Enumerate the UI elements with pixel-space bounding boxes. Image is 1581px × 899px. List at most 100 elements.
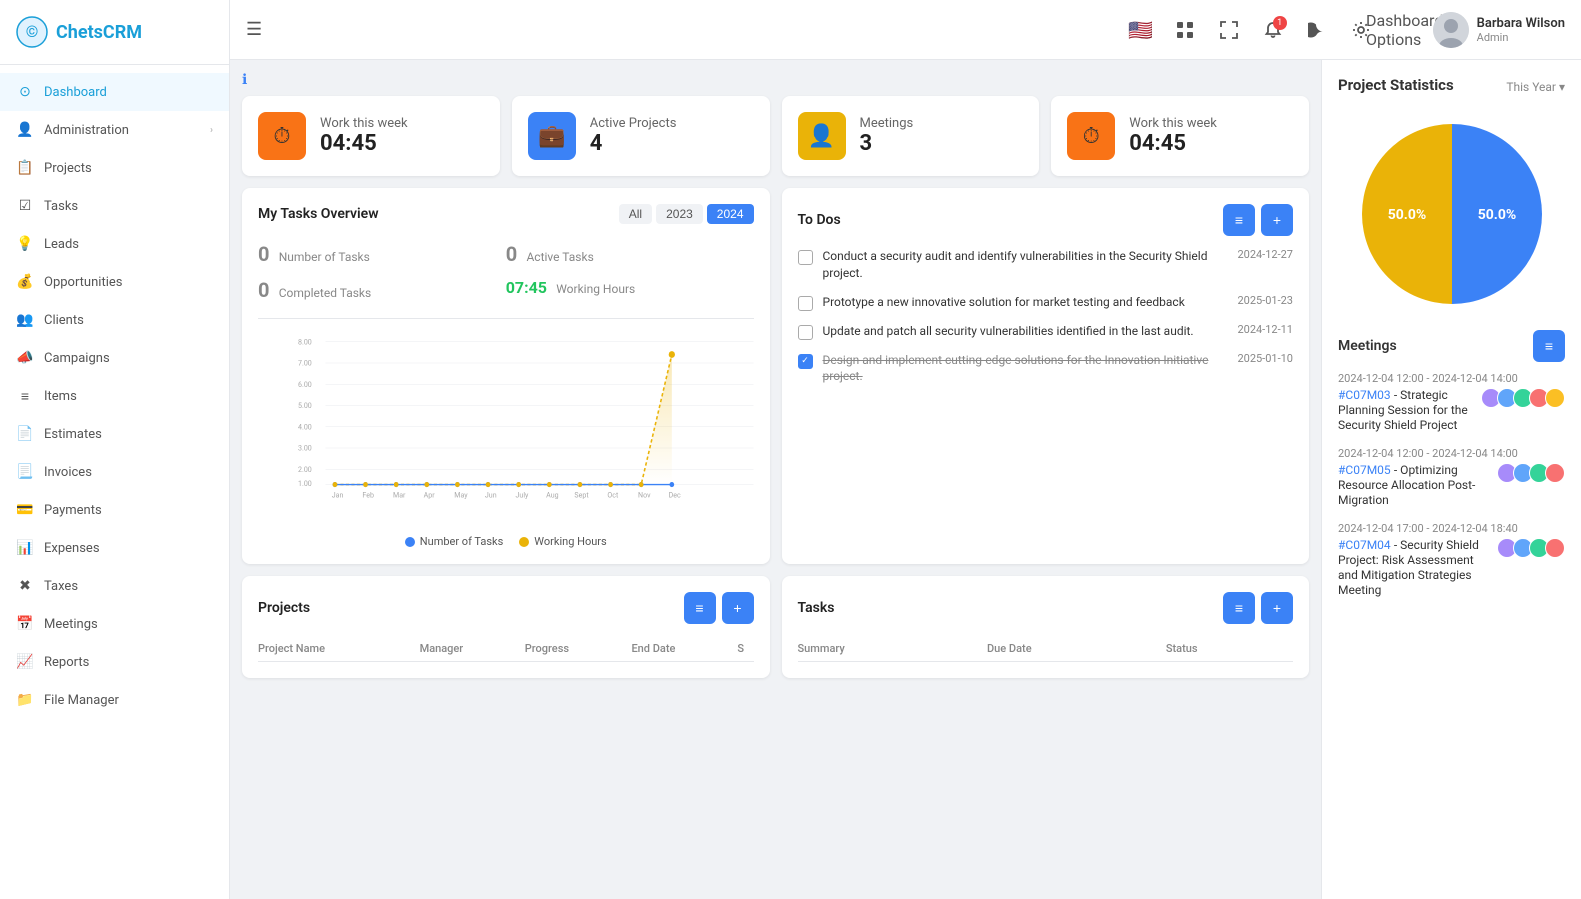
tab-2023[interactable]: 2023 [656, 204, 703, 224]
tasks-card: Tasks ≡ + Summary Due Date [782, 576, 1310, 678]
number-of-tasks-stat: 0 Number of Tasks [258, 236, 506, 272]
meeting-avatars-0 [1481, 388, 1565, 408]
nav-label-items: Items [44, 389, 213, 404]
tasks-stats-grid: 0 Number of Tasks 0 Active Tasks 0 Compl… [258, 236, 754, 319]
tasks-tab-group: All 2023 2024 [619, 204, 754, 224]
stat-value-active-projects: 4 [590, 131, 677, 156]
stat-card-work-week-1: ⏱ Work this week 04:45 [242, 96, 500, 176]
todo-checkbox-1[interactable] [798, 296, 813, 311]
todo-text-2: Update and patch all security vulnerabil… [823, 323, 1228, 340]
sidebar-item-projects[interactable]: 📋 Projects [0, 149, 229, 187]
col-task-status: Status [1166, 636, 1293, 662]
grid-view-button[interactable] [1169, 14, 1201, 46]
tasks-table: Summary Due Date Status [798, 636, 1294, 662]
svg-text:July: July [516, 490, 529, 499]
stat-label-work-week-1: Work this week [320, 116, 408, 131]
nav-label-leads: Leads [44, 237, 213, 252]
projects-add-button[interactable]: + [722, 592, 754, 624]
sidebar-item-administration[interactable]: 👤 Administration › [0, 111, 229, 149]
tasks-list-button[interactable]: ≡ [1223, 592, 1255, 624]
projects-actions: ≡ + [684, 592, 754, 624]
mid-row: My Tasks Overview All 2023 2024 0 Number… [242, 188, 1309, 564]
meetings-list-button[interactable]: ≡ [1533, 330, 1565, 362]
logo-icon: © [16, 16, 48, 48]
dark-mode-button[interactable] [1301, 14, 1333, 46]
menu-toggle-button[interactable]: ☰ [246, 19, 262, 40]
sidebar-item-expenses[interactable]: 📊 Expenses [0, 529, 229, 567]
nav-icon-projects: 📋 [16, 159, 34, 177]
tasks-overview-title: My Tasks Overview [258, 206, 379, 222]
tasks-chart: 8.00 7.00 6.00 5.00 4.00 3.00 2.00 1.00 [258, 329, 754, 529]
sidebar-item-items[interactable]: ≡ Items [0, 377, 229, 415]
meeting-row-0: #C07M03 - Strategic Planning Session for… [1338, 388, 1565, 433]
sidebar-item-dashboard[interactable]: ⊙ Dashboard [0, 73, 229, 111]
todo-item: Conduct a security audit and identify vu… [798, 248, 1294, 282]
number-of-tasks-label: Number of Tasks [279, 250, 370, 264]
todo-date-0: 2024-12-27 [1237, 248, 1293, 261]
nav-icon-clients: 👥 [16, 311, 34, 329]
tasks-overview-card: My Tasks Overview All 2023 2024 0 Number… [242, 188, 770, 564]
svg-text:2.00: 2.00 [298, 465, 312, 474]
sidebar-item-campaigns[interactable]: 📣 Campaigns [0, 339, 229, 377]
svg-text:Mar: Mar [393, 490, 406, 499]
nav-label-tasks: Tasks [44, 199, 213, 214]
active-tasks-stat: 0 Active Tasks [506, 236, 754, 272]
sidebar-item-payments[interactable]: 💳 Payments [0, 491, 229, 529]
sidebar-item-meetings[interactable]: 📅 Meetings [0, 605, 229, 643]
sidebar-item-opportunities[interactable]: 💰 Opportunities [0, 263, 229, 301]
todo-checkbox-0[interactable] [798, 250, 813, 265]
todo-text-0: Conduct a security audit and identify vu… [823, 248, 1228, 282]
sidebar-item-clients[interactable]: 👥 Clients [0, 301, 229, 339]
dashboard-options-label[interactable]: Dashboard Options [1389, 14, 1421, 46]
svg-text:4.00: 4.00 [298, 422, 312, 431]
projects-card: Projects ≡ + Project Name Manager [242, 576, 770, 678]
fullscreen-button[interactable] [1213, 14, 1245, 46]
pie-chart-container: 50.0% 50.0% [1338, 114, 1565, 314]
meeting-link-1[interactable]: #C07M05 [1338, 463, 1391, 477]
nav-icon-estimates: 📄 [16, 425, 34, 443]
language-selector[interactable]: 🇺🇸 [1125, 14, 1157, 46]
sidebar-item-leads[interactable]: 💡 Leads [0, 225, 229, 263]
svg-text:Jun: Jun [485, 490, 497, 499]
meeting-link-0[interactable]: #C07M03 [1338, 388, 1391, 402]
sidebar-item-taxes[interactable]: ✖ Taxes [0, 567, 229, 605]
meeting-link-2[interactable]: #C07M04 [1338, 538, 1391, 552]
notification-button[interactable]: 1 [1257, 14, 1289, 46]
tab-all[interactable]: All [619, 204, 652, 224]
projects-list-button[interactable]: ≡ [684, 592, 716, 624]
svg-text:5.00: 5.00 [298, 401, 312, 410]
sidebar-item-estimates[interactable]: 📄 Estimates [0, 415, 229, 453]
tab-2024[interactable]: 2024 [707, 204, 754, 224]
todos-actions: ≡ + [1223, 204, 1293, 236]
todo-checkbox-2[interactable] [798, 325, 813, 340]
projects-table: Project Name Manager Progress End Date S [258, 636, 754, 662]
year-selector[interactable]: This Year ▾ [1506, 80, 1565, 94]
chart-svg: 8.00 7.00 6.00 5.00 4.00 3.00 2.00 1.00 [298, 329, 754, 499]
svg-text:3.00: 3.00 [298, 443, 312, 452]
nav-icon-meetings: 📅 [16, 615, 34, 633]
pie-chart: 50.0% 50.0% [1352, 114, 1552, 314]
todo-date-2: 2024-12-11 [1237, 323, 1293, 336]
sidebar-item-invoices[interactable]: 📃 Invoices [0, 453, 229, 491]
todos-title: To Dos [798, 212, 841, 228]
todo-checkbox-3[interactable] [798, 354, 813, 369]
meeting-row-1: #C07M05 - Optimizing Resource Allocation… [1338, 463, 1565, 508]
todos-add-button[interactable]: + [1261, 204, 1293, 236]
user-profile[interactable]: Barbara Wilson Admin [1433, 12, 1565, 48]
svg-text:Apr: Apr [424, 490, 435, 499]
sidebar-item-reports[interactable]: 📈 Reports [0, 643, 229, 681]
col-project-name: Project Name [258, 636, 420, 662]
sidebar-item-tasks[interactable]: ☑ Tasks [0, 187, 229, 225]
legend-tasks-label: Number of Tasks [420, 535, 504, 548]
meeting-item: 2024-12-04 12:00 - 2024-12-04 14:00 #C07… [1338, 447, 1565, 508]
stat-value-work-week-2: 04:45 [1129, 131, 1217, 156]
sidebar-item-file-manager[interactable]: 📁 File Manager [0, 681, 229, 719]
main-area: ☰ 🇺🇸 [230, 0, 1581, 899]
topbar-left: ☰ [246, 19, 262, 40]
tasks-add-button[interactable]: + [1261, 592, 1293, 624]
todos-list-button[interactable]: ≡ [1223, 204, 1255, 236]
svg-text:Nov: Nov [638, 490, 651, 499]
info-icon[interactable]: ℹ [242, 72, 247, 88]
bottom-row: Projects ≡ + Project Name Manager [242, 576, 1309, 678]
meeting-avatar-2-3 [1545, 538, 1565, 558]
